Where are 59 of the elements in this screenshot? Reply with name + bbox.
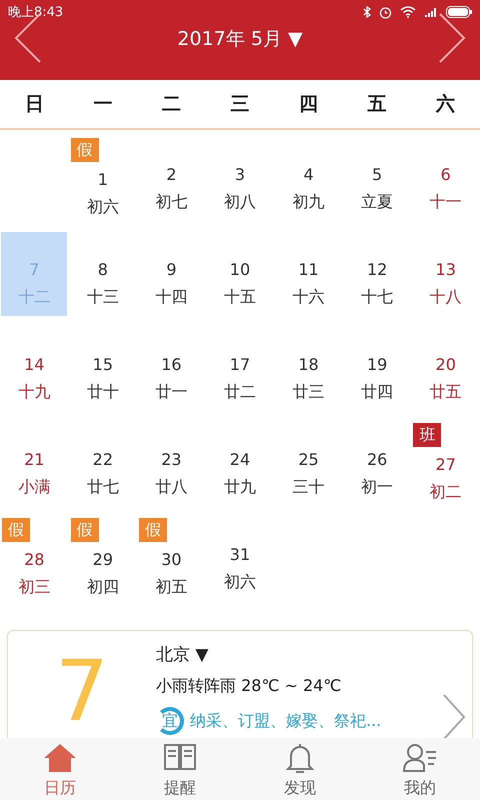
holiday-badge: 假 (2, 518, 30, 542)
day-cell[interactable]: 22 廿七 (70, 422, 136, 506)
workday-badge: 班 (413, 423, 442, 447)
day-cell[interactable]: 13 十八 (412, 232, 479, 316)
day-cell[interactable]: 30 初五 (138, 545, 204, 606)
day-cell[interactable]: 11 十六 (276, 232, 342, 316)
chevron-right-icon[interactable] (442, 693, 466, 738)
battery-icon (446, 6, 472, 18)
day-cell[interactable]: 15 廿十 (70, 327, 136, 411)
day-cell[interactable]: 20 廿五 (412, 327, 479, 411)
day-cell[interactable]: 29 初四 (70, 545, 136, 606)
alarm-icon (379, 6, 392, 18)
holiday-badge: 假 (139, 518, 168, 542)
day-cell[interactable]: 2 初七 (138, 137, 204, 221)
weekday-label: 六 (434, 92, 456, 117)
day-cell[interactable]: 27 初二 (412, 450, 479, 511)
weekday-label: 五 (366, 92, 388, 117)
signal-icon (424, 7, 438, 17)
weekday-label: 日 (24, 92, 45, 117)
home-icon (42, 742, 78, 774)
day-cell[interactable]: 31 初六 (206, 517, 273, 601)
user-icon (402, 742, 438, 774)
holiday-badge: 假 (70, 518, 99, 542)
day-cell[interactable]: 16 廿一 (138, 327, 204, 411)
day-cell[interactable]: 21 小满 (1, 422, 68, 506)
day-cell[interactable]: 10 十五 (206, 232, 273, 316)
city-picker[interactable]: 北京 ▼ (156, 643, 382, 666)
day-cell[interactable]: 17 廿二 (206, 327, 273, 411)
tab-button[interactable]: 提醒 (120, 738, 240, 800)
bluetooth-icon (363, 6, 371, 18)
day-cell[interactable]: 24 廿九 (206, 422, 273, 506)
day-cell[interactable]: 5 立夏 (344, 137, 410, 221)
day-cell[interactable]: 9 十四 (138, 232, 204, 316)
weekday-label: 三 (229, 92, 250, 117)
day-cell[interactable]: 19 廿四 (344, 327, 410, 411)
auspicious-activities: 纳采、订盟、嫁娶、祭祀... (190, 710, 382, 732)
weekday-label: 二 (160, 92, 182, 117)
day-cell[interactable]: 8 十三 (70, 232, 136, 316)
holiday-badge: 假 (70, 138, 99, 162)
day-cell[interactable]: 25 三十 (276, 422, 342, 506)
wifi-icon (400, 6, 416, 18)
weekday-label: 四 (298, 92, 320, 117)
day-cell[interactable]: 12 十七 (344, 232, 410, 316)
month-picker[interactable]: 2017年 5月 ▼ (177, 26, 303, 52)
day-cell[interactable]: 6 十一 (412, 137, 479, 221)
weekday-label: 一 (92, 92, 114, 117)
weather-text: 小雨转阵雨 28℃ ~ 24℃ (156, 676, 342, 697)
tab-button[interactable]: 发现 (240, 738, 360, 800)
day-cell[interactable]: 14 十九 (1, 327, 68, 411)
status-time: 晚上8:43 (8, 4, 64, 21)
tab-button[interactable]: 我的 (360, 738, 480, 800)
day-cell[interactable]: 28 初三 (1, 545, 68, 606)
day-cell[interactable]: 26 初一 (344, 422, 410, 506)
day-cell[interactable]: 23 廿八 (138, 422, 204, 506)
day-cell[interactable]: 3 初八 (206, 137, 273, 221)
day-cell[interactable]: 4 初九 (276, 137, 342, 221)
day-cell[interactable]: 18 廿三 (276, 327, 342, 411)
day-cell[interactable]: 1 初六 (70, 165, 136, 226)
today-date: 7 (54, 641, 110, 738)
